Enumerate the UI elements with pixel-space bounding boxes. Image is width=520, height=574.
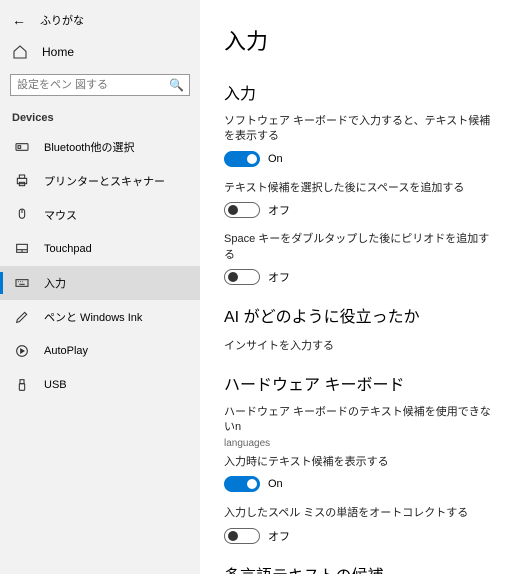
home-icon xyxy=(12,44,28,60)
group-label: Devices xyxy=(0,108,200,130)
toggle-row: On xyxy=(224,476,500,492)
search-wrap: 🔍 xyxy=(10,74,190,96)
setting-label: テキスト候補を選択した後にスペースを追加する xyxy=(224,181,500,196)
sidebar-item-pen[interactable]: ペンと Windows Ink xyxy=(0,300,200,334)
sidebar: ← ふりがな Home 🔍 Devices Bluetooth他の選択 プリンタ… xyxy=(0,0,200,574)
sidebar-item-usb[interactable]: USB xyxy=(0,368,200,402)
sidebar-item-label: AutoPlay xyxy=(44,345,88,357)
setting-label: ソフトウェア キーボードで入力すると、テキスト候補を表示する xyxy=(224,114,500,145)
autoplay-icon xyxy=(14,343,30,359)
toggle-row: オフ xyxy=(224,269,500,285)
page-title: 入力 xyxy=(224,24,500,56)
main-content: 入力 入力 ソフトウェア キーボードで入力すると、テキスト候補を表示する On … xyxy=(200,0,520,574)
printer-icon xyxy=(14,173,30,189)
toggle-state: オフ xyxy=(268,202,290,218)
setting-sublabel: languages xyxy=(224,438,500,449)
sidebar-item-label: Bluetooth他の選択 xyxy=(44,139,134,155)
home-row[interactable]: Home xyxy=(0,36,200,68)
toggle-period[interactable] xyxy=(224,269,260,285)
sidebar-item-label: プリンターとスキャナー xyxy=(44,173,165,189)
setting-label: Space キーをダブルタップした後にピリオドを追加する xyxy=(224,232,500,263)
sidebar-item-label: ペンと Windows Ink xyxy=(44,309,142,325)
sidebar-item-label: マウス xyxy=(44,207,77,223)
toggle-add-space[interactable] xyxy=(224,202,260,218)
setting-label: 入力したスペル ミスの単語をオートコレクトする xyxy=(224,506,500,521)
toggle-row: On xyxy=(224,151,500,167)
touchpad-icon xyxy=(14,241,30,257)
sidebar-item-printers[interactable]: プリンターとスキャナー xyxy=(0,164,200,198)
keyboard-icon xyxy=(14,275,30,291)
section-hw-title: ハードウェア キーボード xyxy=(224,371,500,395)
usb-icon xyxy=(14,377,30,393)
toggle-state: On xyxy=(268,153,283,165)
pen-icon xyxy=(14,309,30,325)
search-input[interactable] xyxy=(10,74,190,96)
setting-label: 入力時にテキスト候補を表示する xyxy=(224,455,500,470)
toggle-row: オフ xyxy=(224,528,500,544)
toggle-state: On xyxy=(268,478,283,490)
sidebar-item-autoplay[interactable]: AutoPlay xyxy=(0,334,200,368)
setting-label: ハードウェア キーボードのテキスト候補を使用できないn xyxy=(224,405,500,436)
sidebar-item-touchpad[interactable]: Touchpad xyxy=(0,232,200,266)
search-icon[interactable]: 🔍 xyxy=(169,78,184,92)
toggle-row: オフ xyxy=(224,202,500,218)
toggle-autocorrect[interactable] xyxy=(224,528,260,544)
back-icon[interactable]: ← xyxy=(12,12,26,28)
sidebar-item-typing[interactable]: 入力 xyxy=(0,266,200,300)
toggle-state: オフ xyxy=(268,269,290,285)
toggle-softkbd-suggestions[interactable] xyxy=(224,151,260,167)
sidebar-item-label: Touchpad xyxy=(44,243,92,255)
section-multi-title: 多言語テキストの候補 xyxy=(224,562,500,574)
section-ai-title: AI がどのように役立ったか xyxy=(224,303,500,327)
sidebar-item-label: 入力 xyxy=(44,275,66,291)
toggle-state: オフ xyxy=(268,528,290,544)
insights-link[interactable]: インサイトを入力する xyxy=(224,337,500,353)
sidebar-item-mouse[interactable]: マウス xyxy=(0,198,200,232)
home-label: Home xyxy=(42,45,74,59)
sidebar-item-bluetooth[interactable]: Bluetooth他の選択 xyxy=(0,130,200,164)
mouse-icon xyxy=(14,207,30,223)
sidebar-item-label: USB xyxy=(44,379,67,391)
section-typing-title: 入力 xyxy=(224,80,500,104)
furigana-label: ふりがな xyxy=(40,12,84,28)
top-row: ← ふりがな xyxy=(0,8,200,36)
toggle-hw-suggestions[interactable] xyxy=(224,476,260,492)
bluetooth-icon xyxy=(14,139,30,155)
